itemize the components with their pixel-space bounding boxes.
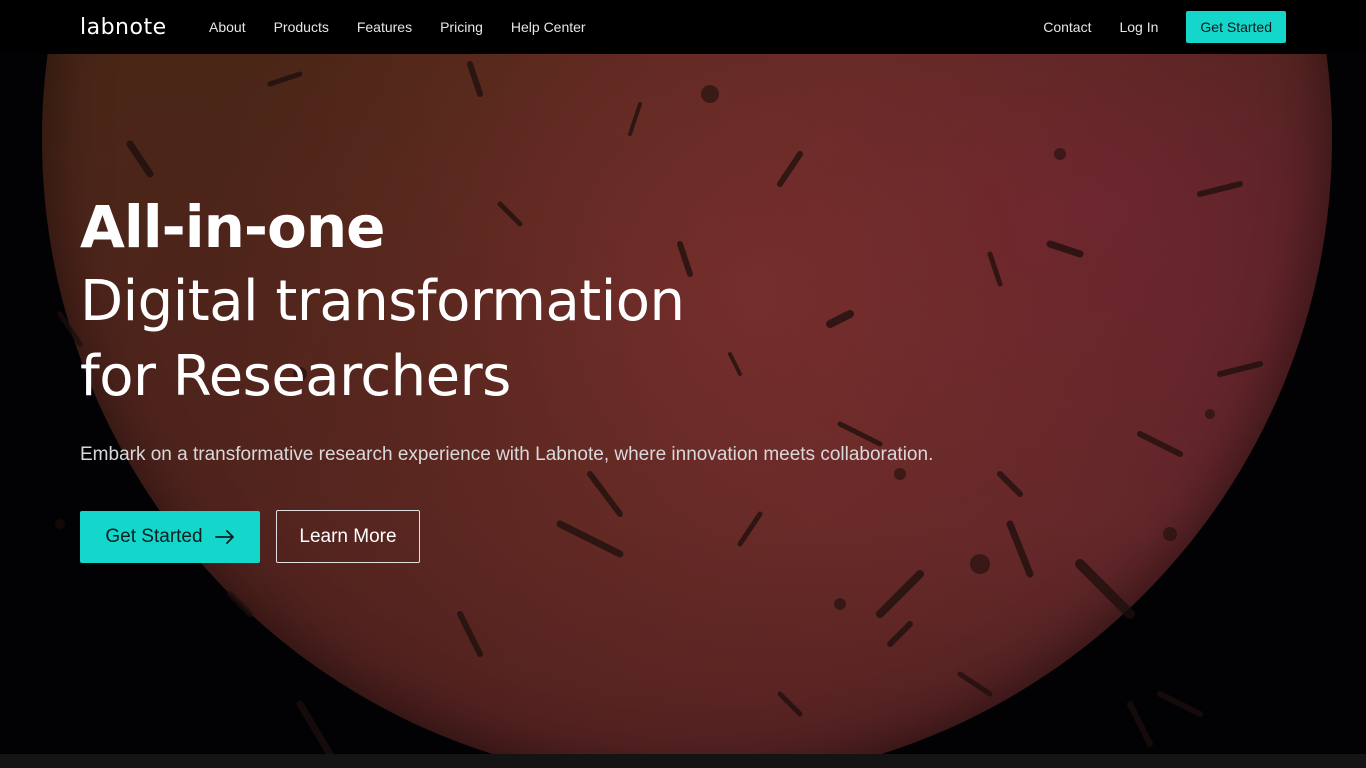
nav-link-products[interactable]: Products <box>274 19 329 35</box>
header-get-started-button[interactable]: Get Started <box>1186 11 1286 43</box>
bottom-strip <box>0 754 1366 768</box>
nav-link-help-center[interactable]: Help Center <box>511 19 586 35</box>
nav-link-contact[interactable]: Contact <box>1043 19 1091 35</box>
get-started-label: Get Started <box>105 525 203 547</box>
top-navbar: labnote About Products Features Pricing … <box>0 0 1366 54</box>
learn-more-button[interactable]: Learn More <box>276 510 420 563</box>
headline-line-2: Digital transformation <box>80 269 685 334</box>
headline-line-1: All-in-one <box>80 193 385 261</box>
nav-link-pricing[interactable]: Pricing <box>440 19 483 35</box>
labnote-logo[interactable]: labnote <box>80 12 167 42</box>
hero-section: All-in-one Digital transformation for Re… <box>80 190 1080 563</box>
secondary-nav: Contact Log In Get Started <box>1043 0 1286 54</box>
arrow-right-icon <box>214 529 234 544</box>
hero-headline: All-in-one Digital transformation for Re… <box>80 190 1080 414</box>
headline-line-3: for Researchers <box>80 344 511 409</box>
landing-page: labnote About Products Features Pricing … <box>0 0 1366 768</box>
hero-subtitle: Embark on a transformative research expe… <box>80 444 934 465</box>
nav-link-about[interactable]: About <box>209 19 246 35</box>
nav-link-features[interactable]: Features <box>357 19 412 35</box>
logo-text: labnote <box>80 14 167 40</box>
nav-link-login[interactable]: Log In <box>1119 19 1158 35</box>
primary-nav: About Products Features Pricing Help Cen… <box>209 0 614 54</box>
cta-row: Get Started Learn More <box>80 510 1080 563</box>
get-started-button[interactable]: Get Started <box>80 510 260 563</box>
